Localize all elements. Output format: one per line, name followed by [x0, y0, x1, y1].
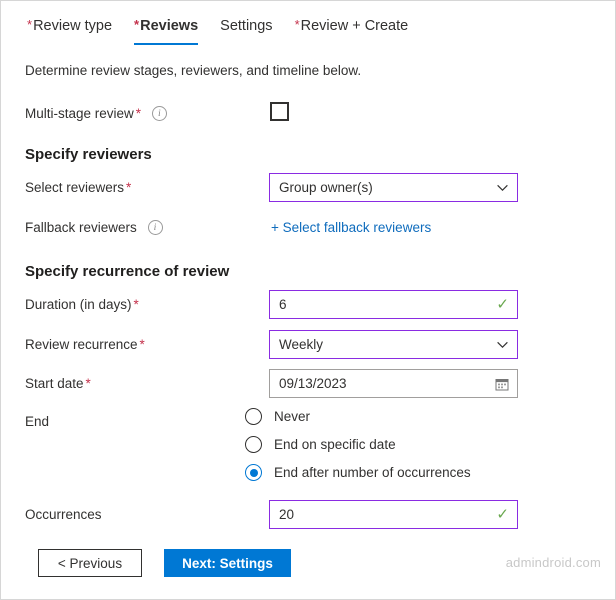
end-option-never[interactable]: Never [245, 408, 310, 425]
info-icon[interactable]: i [147, 219, 163, 235]
multi-stage-review-label: Multi-stage review * i [25, 99, 167, 129]
multi-stage-review-row: Multi-stage review * i [25, 99, 591, 129]
wizard-footer: < Previous Next: Settings admindroid.com [1, 539, 615, 599]
duration-label: Duration (in days) * [25, 297, 139, 312]
required-asterisk: * [126, 180, 132, 195]
check-icon: ✓ [496, 296, 509, 313]
required-asterisk: * [135, 106, 142, 121]
watermark: admindroid.com [505, 555, 601, 570]
required-asterisk: * [134, 17, 140, 32]
review-recurrence-dropdown[interactable]: Weekly [269, 330, 518, 359]
review-recurrence-row: Review recurrence * Weekly [25, 330, 591, 360]
info-icon[interactable]: i [151, 105, 167, 121]
start-date-label: Start date * [25, 376, 91, 391]
fallback-reviewers-row: Fallback reviewers i + Select fallback r… [25, 213, 591, 243]
specify-reviewers-heading: Specify reviewers [25, 146, 152, 163]
required-asterisk: * [133, 297, 139, 312]
tab-review-create[interactable]: *Review + Create [285, 15, 421, 46]
multi-stage-review-checkbox[interactable] [270, 102, 289, 121]
tab-settings[interactable]: Settings [210, 15, 284, 46]
select-reviewers-dropdown[interactable]: Group owner(s) [269, 173, 518, 202]
end-option-occurrences[interactable]: End after number of occurrences [245, 464, 471, 481]
form-content: Determine review stages, reviewers, and … [1, 55, 615, 599]
required-asterisk: * [294, 17, 300, 32]
tab-label: Settings [220, 18, 273, 34]
duration-value: 6 [279, 297, 287, 312]
end-label: End [25, 414, 50, 429]
required-asterisk: * [27, 17, 33, 32]
radio-never[interactable] [245, 408, 262, 425]
duration-input[interactable]: 6 ✓ [269, 290, 518, 319]
review-recurrence-value: Weekly [279, 337, 324, 352]
active-tab-underline [134, 43, 199, 45]
radio-label: End after number of occurrences [274, 465, 471, 480]
start-date-row: Start date * 09/13/2023 [25, 369, 591, 399]
tab-label: Review type [33, 18, 113, 34]
next-settings-button[interactable]: Next: Settings [164, 549, 291, 577]
azure-access-review-wizard: *Review type *Reviews Settings *Review +… [0, 0, 616, 600]
select-fallback-reviewers-link[interactable]: + Select fallback reviewers [271, 213, 431, 243]
radio-label: Never [274, 409, 311, 424]
tab-reviews[interactable]: *Reviews [124, 15, 210, 46]
select-reviewers-label: Select reviewers * [25, 180, 132, 195]
radio-label: End on specific date [274, 437, 396, 452]
radio-end-on-specific-date[interactable] [245, 436, 262, 453]
occurrences-row: Occurrences 20 ✓ [25, 500, 591, 530]
end-option-specific-date[interactable]: End on specific date [245, 436, 396, 453]
select-reviewers-row: Select reviewers * Group owner(s) [25, 173, 591, 203]
required-asterisk: * [139, 337, 145, 352]
previous-button[interactable]: < Previous [38, 549, 142, 577]
occurrences-input[interactable]: 20 ✓ [269, 500, 518, 529]
select-reviewers-value: Group owner(s) [279, 180, 373, 195]
radio-end-after-occurrences[interactable] [245, 464, 262, 481]
start-date-value: 09/13/2023 [279, 376, 347, 391]
required-asterisk: * [85, 376, 91, 391]
duration-row: Duration (in days) * 6 ✓ [25, 290, 591, 320]
check-icon: ✓ [496, 506, 509, 523]
start-date-input[interactable]: 09/13/2023 [269, 369, 518, 398]
occurrences-value: 20 [279, 507, 295, 522]
fallback-reviewers-label: Fallback reviewers i [25, 213, 163, 243]
tab-label: Review + Create [300, 18, 409, 34]
specify-recurrence-heading: Specify recurrence of review [25, 263, 230, 280]
occurrences-label: Occurrences [25, 507, 102, 522]
tab-label: Reviews [140, 18, 199, 34]
chevron-down-icon [496, 338, 509, 351]
calendar-icon[interactable] [495, 377, 509, 391]
intro-text: Determine review stages, reviewers, and … [25, 63, 362, 78]
wizard-tabs: *Review type *Reviews Settings *Review +… [1, 15, 615, 51]
chevron-down-icon [496, 181, 509, 194]
review-recurrence-label: Review recurrence * [25, 337, 145, 352]
tab-review-type[interactable]: *Review type [17, 15, 124, 46]
